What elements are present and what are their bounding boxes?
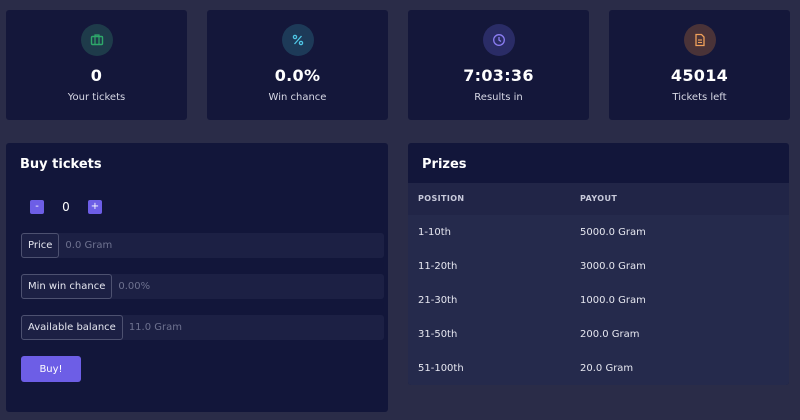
stat-value: 7:03:36 [463, 66, 534, 85]
stat-label: Win chance [268, 92, 327, 103]
prize-payout: 3000.0 Gram [580, 261, 646, 272]
prize-position: 31-50th [418, 329, 458, 340]
clock-icon [482, 24, 515, 56]
table-row: 11-20th 3000.0 Gram [408, 249, 789, 283]
decrement-button[interactable]: - [30, 200, 44, 214]
min-win-chance-label: Min win chance [21, 274, 113, 299]
available-balance-input[interactable] [122, 315, 384, 340]
prize-payout: 1000.0 Gram [580, 295, 646, 306]
prize-position: 51-100th [418, 363, 464, 374]
panel-title: Buy tickets [20, 157, 102, 172]
price-label: Price [21, 233, 60, 258]
price-input[interactable] [59, 233, 384, 258]
stat-label: Tickets left [672, 92, 727, 103]
prize-position: 11-20th [418, 261, 458, 272]
document-icon [683, 24, 716, 56]
quantity-value[interactable]: 0 [44, 200, 88, 214]
panel-title: Prizes [422, 157, 467, 172]
prize-payout: 200.0 Gram [580, 329, 640, 340]
table-row: 21-30th 1000.0 Gram [408, 283, 789, 317]
quantity-stepper: - 0 + [30, 200, 102, 214]
prizes-panel: Prizes POSITION PAYOUT 1-10th 5000.0 Gra… [408, 143, 789, 385]
percent-icon [281, 24, 314, 56]
available-balance-field: Available balance [21, 315, 384, 340]
prize-position: 21-30th [418, 295, 458, 306]
available-balance-label: Available balance [21, 315, 123, 340]
stat-value: 0.0% [274, 66, 321, 85]
stat-value: 45014 [670, 66, 729, 85]
buy-button[interactable]: Buy! [21, 356, 81, 382]
min-win-chance-field: Min win chance [21, 274, 384, 299]
table-row: 51-100th 20.0 Gram [408, 351, 789, 385]
table-row: 31-50th 200.0 Gram [408, 317, 789, 351]
ticket-icon [80, 24, 113, 56]
increment-button[interactable]: + [88, 200, 102, 214]
price-field: Price [21, 233, 384, 258]
min-win-chance-input[interactable] [112, 274, 384, 299]
stat-card-tickets-left: 45014 Tickets left [609, 10, 790, 120]
stat-card-your-tickets: 0 Your tickets [6, 10, 187, 120]
prize-position: 1-10th [418, 227, 451, 238]
stat-label: Results in [474, 92, 523, 103]
prize-payout: 5000.0 Gram [580, 227, 646, 238]
stat-card-win-chance: 0.0% Win chance [207, 10, 388, 120]
prizes-table-header: POSITION PAYOUT [408, 183, 789, 215]
stat-label: Your tickets [67, 92, 126, 103]
stat-card-results-in: 7:03:36 Results in [408, 10, 589, 120]
column-header-position: POSITION [418, 194, 465, 203]
stat-value: 0 [90, 66, 103, 85]
table-row: 1-10th 5000.0 Gram [408, 215, 789, 249]
prize-payout: 20.0 Gram [580, 363, 634, 374]
column-header-payout: PAYOUT [580, 194, 618, 203]
